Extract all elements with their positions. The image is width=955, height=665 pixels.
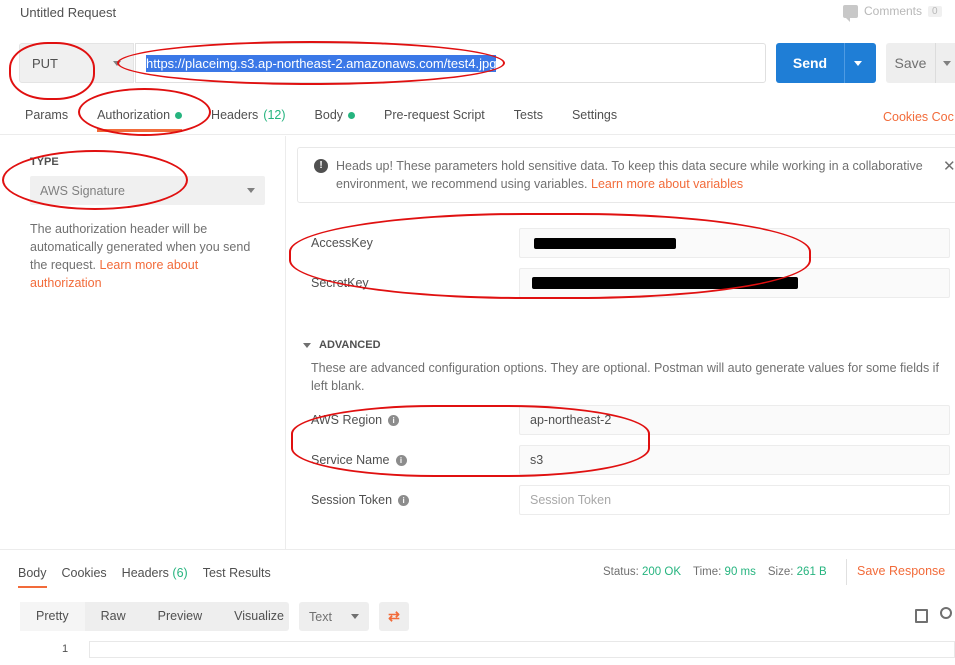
view-pretty-button[interactable]: Pretty	[20, 602, 85, 631]
search-icon[interactable]	[940, 607, 952, 619]
annotation-keys	[289, 213, 811, 299]
tab-body[interactable]: Body	[315, 108, 356, 132]
tab-params[interactable]: Params	[25, 108, 68, 132]
send-options-chevron-icon[interactable]	[854, 60, 862, 66]
send-button[interactable]: Send	[776, 43, 876, 83]
info-icon[interactable]: i	[398, 494, 410, 506]
save-divider	[935, 43, 936, 83]
time-value: 90 ms	[724, 566, 756, 578]
size-value: 261 B	[796, 566, 827, 578]
save-response-button[interactable]: Save Response	[857, 564, 945, 578]
tab-label: Headers	[211, 108, 259, 122]
time-label: Time:	[693, 566, 722, 578]
tab-label: Body	[314, 108, 344, 122]
response-tab-cookies[interactable]: Cookies	[62, 566, 107, 588]
status-info[interactable]: Status: 200 OK	[603, 566, 681, 578]
annotation-region-service	[291, 405, 650, 477]
time-info[interactable]: Time: 90 ms	[693, 566, 756, 578]
wrap-lines-icon[interactable]: ⇄	[379, 602, 409, 631]
size-label: Size:	[767, 566, 794, 578]
panel-divider	[285, 136, 286, 549]
tab-settings[interactable]: Settings	[572, 108, 617, 132]
annotation-url	[117, 41, 505, 85]
tab-label: Settings	[571, 108, 618, 122]
save-button[interactable]: Save	[886, 43, 955, 83]
response-tabs: Body Cookies Headers (6) Test Results	[18, 566, 286, 588]
tab-label: Pre-request Script	[384, 108, 485, 122]
tab-pre-request-script[interactable]: Pre-request Script	[384, 108, 485, 132]
annotation-auth-tab	[78, 88, 211, 136]
tab-label: Params	[25, 108, 69, 122]
request-title[interactable]: Untitled Request	[20, 5, 116, 20]
status-value: 200 OK	[642, 566, 682, 578]
session-token-input[interactable]: Session Token	[519, 485, 950, 515]
warning-text: Heads up! These parameters hold sensitiv…	[336, 157, 936, 193]
response-divider	[0, 549, 955, 550]
annotation-type	[2, 150, 188, 210]
save-options-chevron-icon[interactable]	[943, 60, 951, 66]
response-tab-test-results[interactable]: Test Results	[203, 566, 271, 588]
view-preview-button[interactable]: Preview	[142, 602, 218, 631]
tab-headers[interactable]: Headers (12)	[211, 108, 285, 132]
advanced-label: ADVANCED	[319, 339, 381, 351]
comment-icon	[843, 4, 858, 22]
tab-count: (12)	[263, 108, 286, 122]
cookies-link[interactable]: Cookies Coc	[883, 110, 954, 124]
tab-label: Cookies	[61, 566, 107, 580]
chevron-down-icon	[247, 188, 255, 193]
response-tab-body[interactable]: Body	[18, 566, 47, 588]
meta-divider	[846, 559, 847, 585]
size-info[interactable]: Size: 261 B	[768, 566, 827, 578]
exclamation-icon: !	[314, 159, 328, 173]
send-label: Send	[792, 55, 828, 71]
comments-button[interactable]: Comments 0	[843, 4, 942, 22]
tab-tests[interactable]: Tests	[514, 108, 543, 132]
send-divider	[844, 43, 845, 83]
tab-label: Tests	[513, 108, 543, 122]
copy-icon[interactable]	[915, 609, 928, 623]
close-icon[interactable]: ✕	[943, 157, 955, 175]
view-mode-group: Pretty Raw Preview Visualize	[20, 602, 289, 631]
view-visualize-button[interactable]: Visualize	[218, 602, 300, 631]
tab-label: Body	[18, 566, 47, 580]
tab-label: Headers	[121, 566, 169, 580]
response-meta: Status: 200 OK Time: 90 ms Size: 261 B	[603, 566, 827, 578]
field-label-text: Session Token	[311, 493, 393, 507]
view-raw-button[interactable]: Raw	[85, 602, 142, 631]
status-dot-icon	[348, 111, 356, 119]
tab-count: (6)	[172, 566, 188, 580]
format-value: Text	[309, 609, 332, 624]
learn-more-variables-link[interactable]: Learn more about variables	[591, 177, 743, 191]
annotation-method	[9, 42, 95, 100]
sensitive-data-warning: ! Heads up! These parameters hold sensit…	[297, 147, 955, 203]
format-select[interactable]: Text	[299, 602, 369, 631]
caret-down-icon	[303, 342, 311, 348]
line-number: 1	[62, 643, 69, 655]
save-label: Save	[894, 55, 927, 71]
advanced-description: These are advanced configuration options…	[311, 361, 939, 393]
tab-label: Test Results	[202, 566, 271, 580]
response-body-editor[interactable]	[89, 641, 955, 658]
chevron-down-icon	[351, 614, 359, 619]
save-response-label: Save Response	[857, 564, 946, 578]
auth-description: The authorization header will be automat…	[30, 220, 260, 292]
session-token-placeholder: Session Token	[530, 493, 612, 507]
session-token-label: Session Token i	[311, 493, 410, 507]
comments-count: 0	[928, 5, 942, 17]
advanced-toggle[interactable]: ADVANCED	[303, 339, 381, 351]
status-label: Status:	[603, 566, 639, 578]
comments-label: Comments	[864, 4, 923, 18]
response-tab-headers[interactable]: Headers (6)	[122, 566, 188, 588]
